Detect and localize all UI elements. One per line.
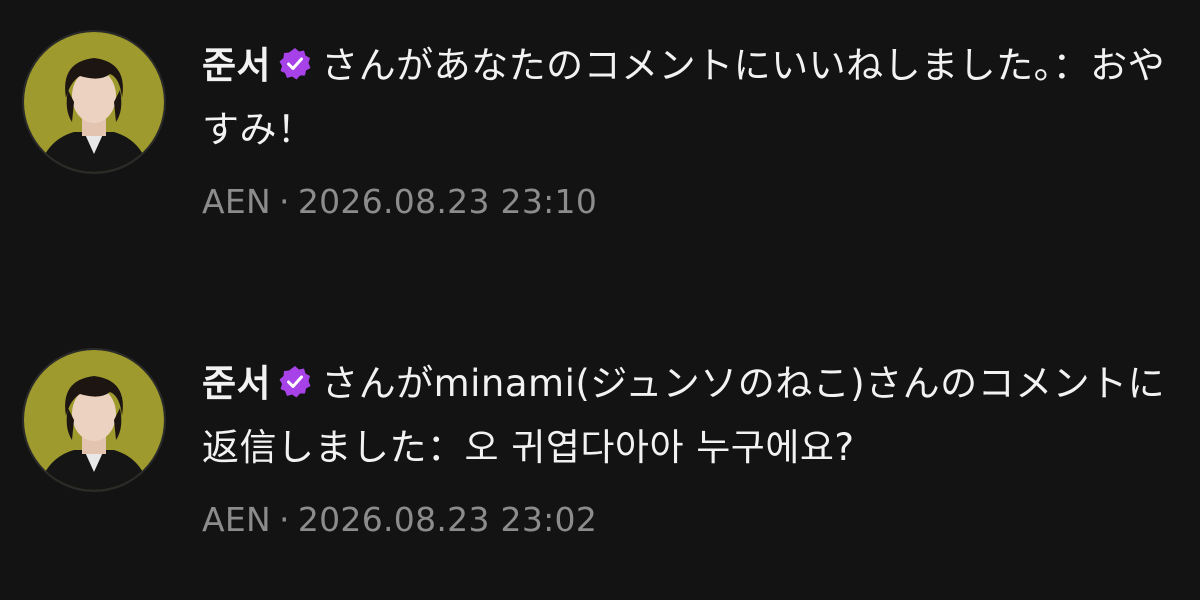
notification-body: 준서 さんがminami(ジュンソのねこ)さんのコメントに返信しました：오 귀엽…	[202, 354, 1176, 539]
notification-meta: AEN · 2026.08.23 23:10	[202, 182, 1176, 221]
app-name: AEN	[202, 500, 272, 539]
message-text: さんがあなたのコメントにいいねしました。：おやすみ！	[202, 44, 1166, 151]
avatar-image	[24, 350, 164, 490]
username[interactable]: 준서	[202, 44, 271, 87]
timestamp: 2026.08.23 23:02	[297, 500, 598, 539]
notification-meta: AEN · 2026.08.23 23:02	[202, 500, 1176, 539]
notification-message: 준서 さんがminami(ジュンソのねこ)さんのコメントに返信しました：오 귀엽…	[202, 354, 1176, 478]
notification-body: 준서 さんがあなたのコメントにいいねしました。：おやすみ！ AEN · 2026.0…	[202, 36, 1176, 221]
avatar[interactable]	[22, 348, 166, 492]
message-text: さんがminami(ジュンソのねこ)さんのコメントに返信しました：오 귀엽다아아…	[202, 362, 1166, 469]
verified-badge-icon	[277, 358, 313, 418]
notification-message: 준서 さんがあなたのコメントにいいねしました。：おやすみ！	[202, 36, 1176, 160]
username[interactable]: 준서	[202, 362, 271, 405]
meta-separator: ·	[279, 182, 290, 221]
avatar-image	[24, 32, 164, 172]
avatar[interactable]	[22, 30, 166, 174]
notification-item[interactable]: 준서 さんがminami(ジュンソのねこ)さんのコメントに返信しました：오 귀엽…	[0, 318, 1200, 598]
notification-item[interactable]: 준서 さんがあなたのコメントにいいねしました。：おやすみ！ AEN · 2026.0…	[0, 0, 1200, 280]
meta-separator: ·	[279, 500, 290, 539]
app-name: AEN	[202, 182, 272, 221]
verified-badge-icon	[277, 40, 313, 100]
timestamp: 2026.08.23 23:10	[297, 182, 598, 221]
